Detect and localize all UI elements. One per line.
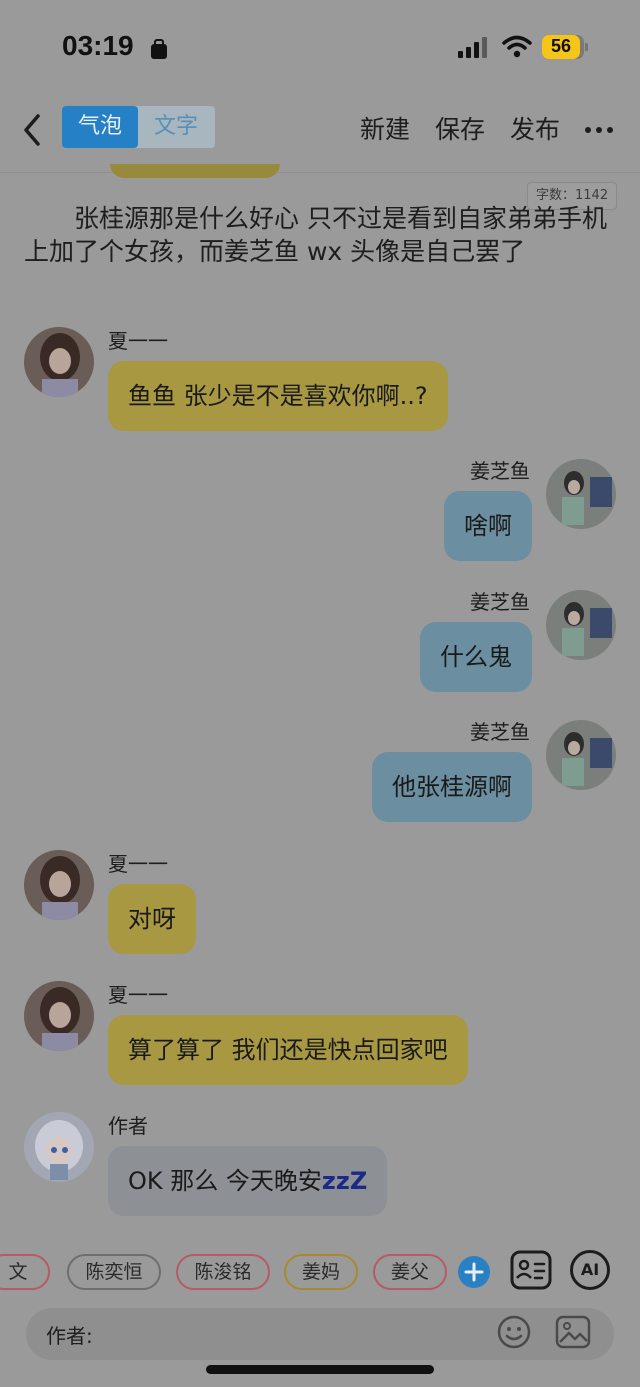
home-indicator[interactable]: [206, 1365, 434, 1374]
mode-segmented-control: 气泡 文字: [62, 106, 215, 148]
message-row[interactable]: 作者 OK 那么 今天晚安zzZ: [0, 1110, 640, 1220]
tab-text[interactable]: 文字: [138, 106, 214, 148]
avatar[interactable]: [546, 720, 616, 790]
message-bubble[interactable]: 他张桂源啊: [372, 752, 532, 822]
message-bubble[interactable]: OK 那么 今天晚安zzZ: [108, 1146, 388, 1216]
character-chip[interactable]: 姜妈: [284, 1254, 358, 1290]
wifi-icon: [502, 35, 532, 58]
message-row[interactable]: 夏一一 对呀: [0, 848, 640, 958]
sender-name: 夏一一: [108, 852, 168, 876]
avatar[interactable]: [24, 1112, 94, 1182]
character-selector: 文 陈奕恒 陈浚铭 姜妈 姜父 AI: [0, 1248, 640, 1296]
message-row[interactable]: 姜芝鱼 啥啊: [0, 455, 640, 565]
avatar[interactable]: [24, 981, 94, 1051]
add-character-button[interactable]: [458, 1256, 490, 1288]
sender-name: 夏一一: [108, 983, 168, 1007]
message-bubble[interactable]: 什么鬼: [420, 622, 532, 692]
avatar[interactable]: [546, 459, 616, 529]
message-row[interactable]: 姜芝鱼 他张桂源啊: [0, 716, 640, 826]
character-chip[interactable]: 文: [0, 1254, 50, 1290]
message-bubble[interactable]: 对呀: [108, 884, 196, 954]
sender-name: 姜芝鱼: [470, 720, 530, 744]
save-button[interactable]: 保存: [435, 110, 485, 146]
message-text: OK 那么 今天晚安: [128, 1167, 322, 1195]
emoji-icon[interactable]: [496, 1314, 532, 1350]
new-button[interactable]: 新建: [360, 110, 410, 146]
character-chip[interactable]: 陈浚铭: [176, 1254, 270, 1290]
avatar[interactable]: [24, 327, 94, 397]
sender-name: 作者: [108, 1114, 148, 1138]
character-chip[interactable]: 姜父: [373, 1254, 447, 1290]
message-bubble[interactable]: 啥啊: [444, 491, 532, 561]
avatar[interactable]: [546, 590, 616, 660]
message-row[interactable]: 夏一一 算了算了 我们还是快点回家吧: [0, 979, 640, 1089]
tab-bubble[interactable]: 气泡: [62, 106, 138, 148]
image-icon[interactable]: [554, 1314, 592, 1350]
sender-name: 姜芝鱼: [470, 459, 530, 483]
message-bubble[interactable]: 算了算了 我们还是快点回家吧: [108, 1015, 468, 1085]
status-bar: 03:19 56: [0, 0, 640, 96]
composer-speaker-label: 作者:: [46, 1324, 93, 1348]
battery-level: 56: [550, 36, 572, 56]
character-chip[interactable]: 陈奕恒: [67, 1254, 161, 1290]
status-time: 03:19: [62, 30, 134, 61]
narration-text[interactable]: 张桂源那是什么好心 只不过是看到自家弟弟手机上加了个女孩，而姜芝鱼 wx 头像是…: [24, 202, 620, 268]
message-bubble[interactable]: 鱼鱼 张少是不是喜欢你啊..?: [108, 361, 448, 431]
partial-message-bubble[interactable]: [110, 164, 280, 178]
message-composer[interactable]: 作者:: [26, 1308, 614, 1360]
more-options-icon[interactable]: [584, 126, 614, 134]
cellular-signal-icon: [458, 37, 487, 58]
sender-name: 夏一一: [108, 329, 168, 353]
contact-card-icon[interactable]: [510, 1250, 552, 1290]
avatar[interactable]: [24, 850, 94, 920]
top-nav: 气泡 文字 新建 保存 发布: [0, 98, 640, 162]
plus-icon: [464, 1262, 484, 1282]
ai-button[interactable]: AI: [570, 1250, 610, 1290]
nav-divider: [0, 172, 640, 173]
publish-button[interactable]: 发布: [510, 110, 560, 146]
message-row[interactable]: 夏一一 鱼鱼 张少是不是喜欢你啊..?: [0, 325, 640, 435]
battery-indicator: 56: [542, 35, 588, 59]
message-row[interactable]: 姜芝鱼 什么鬼: [0, 586, 640, 696]
lock-icon: [151, 39, 167, 59]
sender-name: 姜芝鱼: [470, 590, 530, 614]
back-arrow-icon[interactable]: [18, 110, 48, 150]
sleep-zzz-icon: zzZ: [321, 1167, 368, 1195]
